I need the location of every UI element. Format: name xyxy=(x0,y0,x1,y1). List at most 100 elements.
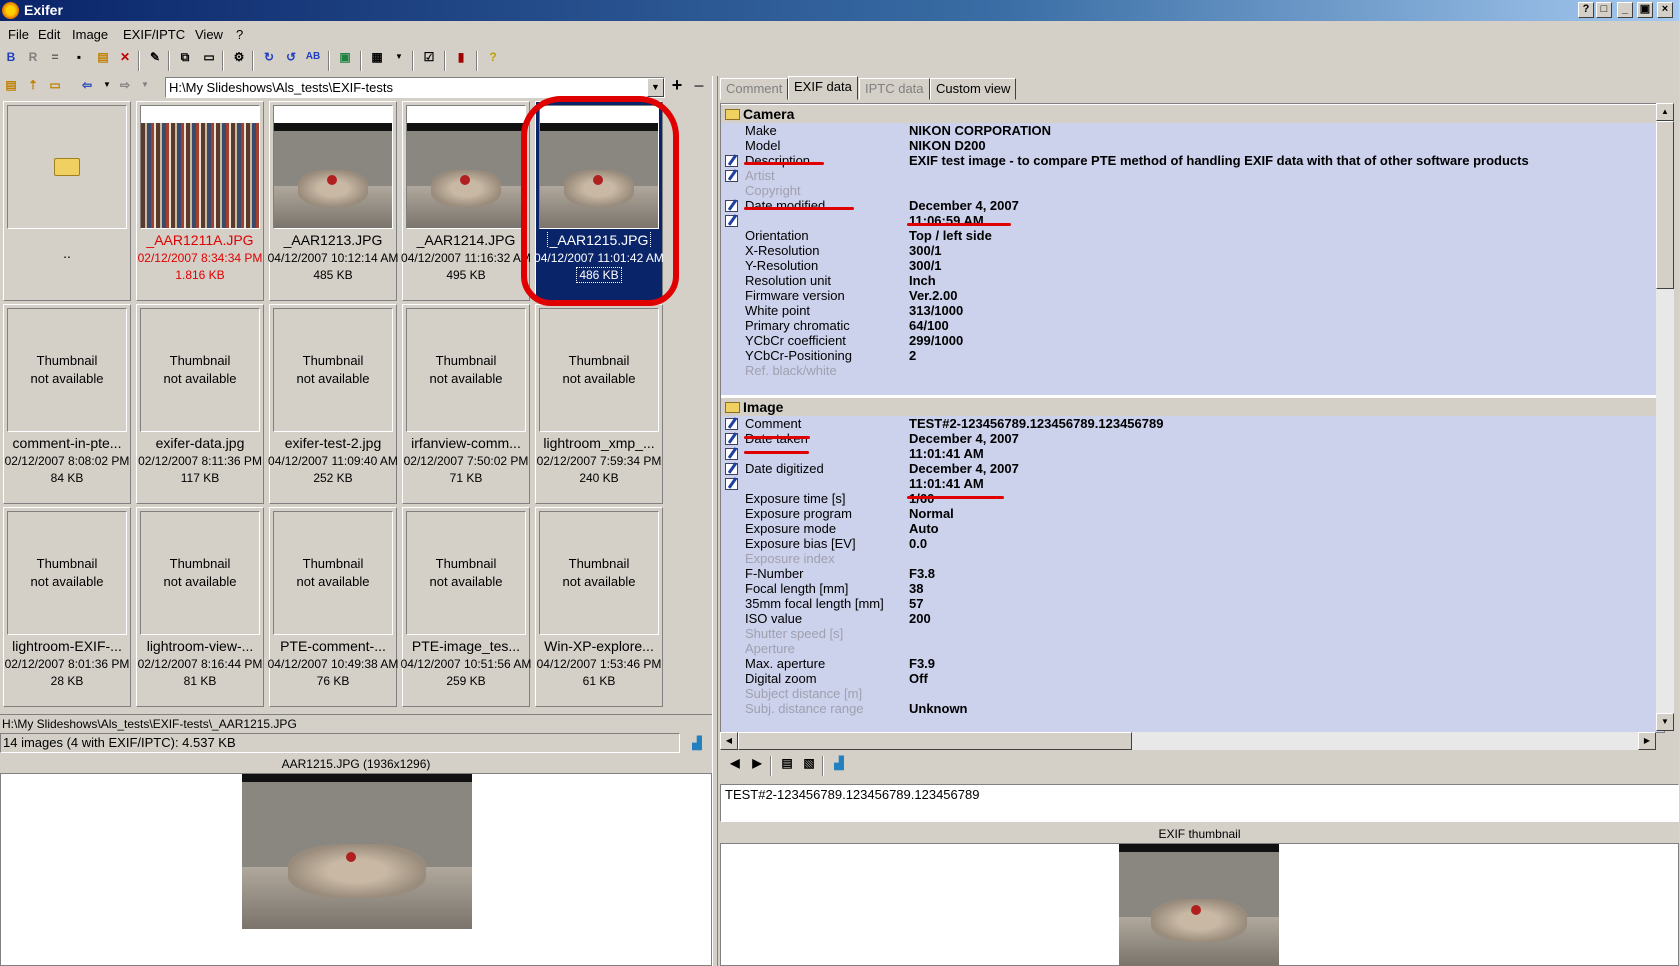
edit-fields-icon[interactable]: ▧ xyxy=(800,754,818,772)
exif-row[interactable]: Model NIKON D200 xyxy=(721,138,1664,154)
exif-row[interactable]: X-Resolution 300/1 xyxy=(721,243,1664,259)
scroll-left-icon[interactable]: ◀ xyxy=(720,732,738,750)
image-info-icon[interactable]: ▟ xyxy=(688,734,706,752)
edit-pencil-icon[interactable] xyxy=(725,155,738,167)
exif-row[interactable]: 11:01:41 AM xyxy=(721,476,1664,492)
equals-icon[interactable]: = xyxy=(46,48,64,66)
menu-view[interactable]: View xyxy=(195,27,223,42)
exif-row[interactable]: Shutter speed [s] xyxy=(721,626,1664,642)
back-arrow-icon[interactable]: ⇦ xyxy=(78,76,96,94)
exif-row[interactable]: Date digitized December 4, 2007 xyxy=(721,461,1664,477)
rotate-left-icon[interactable]: ↻ xyxy=(260,48,278,66)
file-thumbnail-item[interactable]: Thumbnail not available PTE-comment-... 04/… xyxy=(268,507,398,707)
exif-row[interactable]: Make NIKON CORPORATION xyxy=(721,123,1664,139)
help-window-button[interactable]: ? xyxy=(1578,2,1594,18)
exif-row[interactable]: Exposure index xyxy=(721,551,1664,567)
edit-pencil-icon[interactable] xyxy=(725,463,738,475)
exif-row[interactable]: Copyright xyxy=(721,183,1664,199)
thumbnail-icon[interactable]: ▟ xyxy=(830,754,848,772)
file-thumbnail-item[interactable]: Thumbnail not available comment-in-pte... 0… xyxy=(3,304,131,504)
edit-pencil-icon[interactable] xyxy=(725,448,738,460)
camera-section-header[interactable]: Camera xyxy=(721,105,1664,123)
next-icon[interactable]: ▶ xyxy=(748,754,766,772)
scroll-thumb[interactable] xyxy=(1656,121,1674,289)
tab-custom-view[interactable]: Custom view xyxy=(930,78,1017,100)
exif-row[interactable]: Aperture xyxy=(721,641,1664,657)
exif-row[interactable]: YCbCr coefficient 299/1000 xyxy=(721,333,1664,349)
view-mode-icon[interactable]: ▦ xyxy=(368,48,386,66)
exif-row[interactable]: ISO value 200 xyxy=(721,611,1664,627)
add-icon[interactable]: + xyxy=(668,76,686,94)
scroll-down-icon[interactable]: ▼ xyxy=(1656,713,1674,731)
exif-row[interactable]: YCbCr-Positioning 2 xyxy=(721,348,1664,364)
scroll-up-icon[interactable]: ▲ xyxy=(1656,103,1674,121)
exif-row[interactable]: 11:01:41 AM xyxy=(721,446,1664,462)
panel-splitter[interactable] xyxy=(712,76,718,966)
exif-row[interactable]: Ref. black/white xyxy=(721,363,1664,379)
file-thumbnail-item[interactable]: Thumbnail not available lightroom_xmp_... 0… xyxy=(535,304,663,504)
menu-file[interactable]: File xyxy=(8,27,29,42)
edit-pencil-icon[interactable] xyxy=(725,433,738,445)
help-icon[interactable]: ? xyxy=(484,48,502,66)
file-thumbnail-item[interactable]: Thumbnail not available exifer-data.jpg 02/… xyxy=(136,304,264,504)
view-dropdown-icon[interactable]: ▼ xyxy=(390,48,408,66)
menu-exif-iptc[interactable]: EXIF/IPTC xyxy=(123,27,185,42)
exif-row[interactable]: White point 313/1000 xyxy=(721,303,1664,319)
delete-icon[interactable]: ✕ xyxy=(116,48,134,66)
exif-row[interactable]: 11:06:59 AM xyxy=(721,213,1664,229)
maximize-button[interactable]: ▣ xyxy=(1637,2,1653,18)
back-dropdown-icon[interactable]: ▼ xyxy=(98,76,116,94)
exif-row[interactable]: Orientation Top / left side xyxy=(721,228,1664,244)
checklist-icon[interactable]: ☑ xyxy=(420,48,438,66)
exif-row[interactable]: Exposure time [s] 1/60 xyxy=(721,491,1664,507)
restore-window-button[interactable]: □ xyxy=(1596,2,1612,18)
file-thumbnail-item[interactable]: _AAR1211A.JPG 02/12/2007 8:34:34 PM 1.816 … xyxy=(136,101,264,301)
exif-row[interactable]: Date modified December 4, 2007 xyxy=(721,198,1664,214)
chevron-down-icon[interactable]: ▼ xyxy=(647,78,664,97)
edit-pencil-icon[interactable] xyxy=(725,200,738,212)
vertical-scrollbar[interactable]: ▲ ▼ xyxy=(1656,103,1674,731)
exif-row[interactable]: Primary chromatic 64/100 xyxy=(721,318,1664,334)
file-thumbnail-item[interactable]: Thumbnail not available lightroom-view-...… xyxy=(136,507,264,707)
scroll-right-icon[interactable]: ▶ xyxy=(1638,732,1656,750)
image-section-header[interactable]: Image xyxy=(721,398,1664,416)
tab-comment[interactable]: Comment xyxy=(720,78,789,100)
open-folder-icon[interactable]: ▤ xyxy=(2,76,20,94)
bold-b-icon[interactable]: B xyxy=(2,48,20,66)
exif-row[interactable]: Exposure mode Auto xyxy=(721,521,1664,537)
exif-row[interactable]: Firmware version Ver.2.00 xyxy=(721,288,1664,304)
exif-row[interactable]: F-Number F3.8 xyxy=(721,566,1664,582)
exif-row[interactable]: Exposure bias [EV] 0.0 xyxy=(721,536,1664,552)
scroll-thumb[interactable] xyxy=(738,732,1132,750)
edit-pencil-icon[interactable] xyxy=(725,215,738,227)
forward-arrow-icon[interactable]: ⇨ xyxy=(116,76,134,94)
file-thumbnail-item[interactable]: Thumbnail not available irfanview-comm... 0… xyxy=(402,304,530,504)
edit-icon[interactable]: ✎ xyxy=(146,48,164,66)
exif-row[interactable]: Y-Resolution 300/1 xyxy=(721,258,1664,274)
window-icon[interactable]: ▭ xyxy=(200,48,218,66)
exif-row[interactable]: Resolution unit Inch xyxy=(721,273,1664,289)
file-thumbnail-item[interactable]: Thumbnail not available exifer-test-2.jpg 0… xyxy=(268,304,398,504)
menu-edit[interactable]: Edit xyxy=(38,27,60,42)
exif-row[interactable]: Artist xyxy=(721,168,1664,184)
exif-row[interactable]: 35mm focal length [mm] 57 xyxy=(721,596,1664,612)
list-view-icon[interactable]: ▤ xyxy=(778,754,796,772)
file-thumbnail-item[interactable]: Thumbnail not available PTE-image_tes... 04… xyxy=(401,507,531,707)
spellcheck-icon[interactable]: AB xyxy=(304,48,322,66)
edit-pencil-icon[interactable] xyxy=(725,418,738,430)
tab-exif-data[interactable]: EXIF data xyxy=(788,76,858,100)
minimize-button[interactable]: _ xyxy=(1617,2,1633,18)
image-icon[interactable]: ▣ xyxy=(336,48,354,66)
horizontal-scrollbar[interactable]: ◀ ▶ xyxy=(720,732,1656,750)
file-thumbnail-item[interactable]: Thumbnail not available Win-XP-explore... 0… xyxy=(535,507,663,707)
exif-row[interactable]: Exposure program Normal xyxy=(721,506,1664,522)
exif-row[interactable]: Description EXIF test image - to compare … xyxy=(721,153,1664,169)
remove-icon[interactable]: – xyxy=(690,76,708,94)
save-icon[interactable]: ▪ xyxy=(70,48,88,66)
copy-icon[interactable]: ⧉ xyxy=(176,48,194,66)
file-thumbnail-item[interactable]: .. xyxy=(3,101,131,301)
exif-row[interactable]: Subject distance [m] xyxy=(721,686,1664,702)
forward-dropdown-icon[interactable]: ▼ xyxy=(136,76,154,94)
folder-up-icon[interactable]: ⇡ xyxy=(24,76,42,94)
r-icon[interactable]: R xyxy=(24,48,42,66)
